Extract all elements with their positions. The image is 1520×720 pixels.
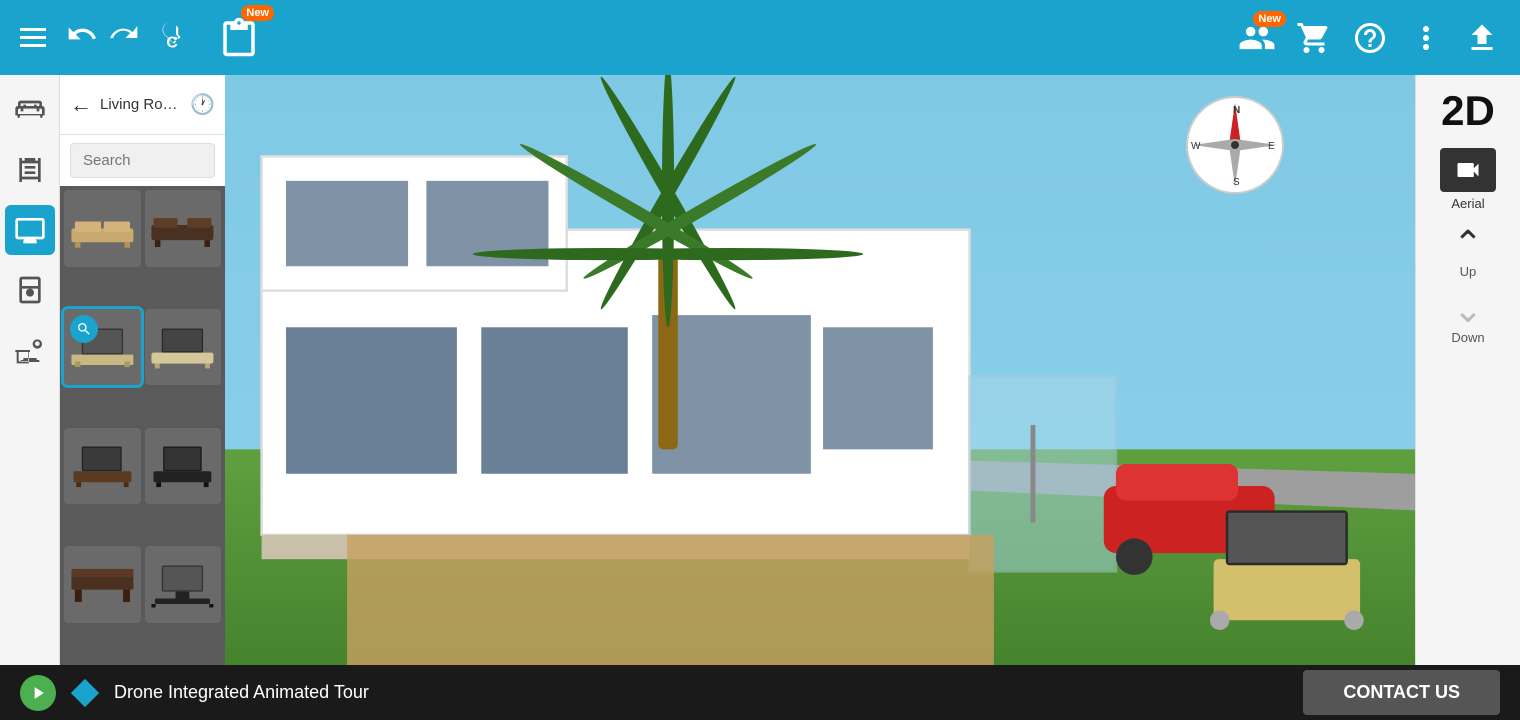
svg-text:E: E: [1268, 141, 1275, 152]
aerial-camera-icon: [1440, 148, 1496, 192]
svg-text:W: W: [1191, 141, 1201, 152]
sidebar-item-bath[interactable]: [5, 325, 55, 375]
up-button[interactable]: ⌃ Up: [1449, 222, 1487, 283]
right-panel: 2D Aerial ⌃ Up ⌄ Down: [1415, 75, 1520, 665]
list-item[interactable]: [64, 309, 141, 386]
up-label: Up: [1460, 264, 1477, 279]
list-item[interactable]: [145, 546, 222, 623]
ad-logo: [71, 679, 99, 707]
down-arrow-icon: ⌄: [1453, 292, 1483, 328]
redo-button[interactable]: [108, 18, 140, 57]
panel-header: ← Living Room Furni... 🕐: [60, 75, 225, 135]
aerial-button[interactable]: Aerial: [1434, 142, 1502, 217]
menu-icon[interactable]: [20, 28, 46, 47]
down-label: Down: [1451, 330, 1484, 345]
magnet-icon[interactable]: C: [160, 19, 198, 57]
bottom-ad-bar: Drone Integrated Animated Tour CONTACT U…: [0, 665, 1520, 720]
list-item[interactable]: [64, 428, 141, 505]
search-overlay-icon: [70, 315, 98, 343]
contact-us-button[interactable]: CONTACT US: [1303, 670, 1500, 715]
scene-viewport[interactable]: N S W E: [225, 75, 1415, 665]
new-feature-button[interactable]: New: [218, 13, 264, 63]
new-badge: New: [241, 5, 274, 21]
svg-text:C: C: [166, 34, 177, 51]
sidebar-item-sofa[interactable]: [5, 85, 55, 135]
furniture-panel: ← Living Room Furni... 🕐: [60, 75, 225, 665]
play-icon: [20, 675, 56, 711]
toolbar-left: C New: [20, 13, 264, 63]
main-area: ← Living Room Furni... 🕐: [0, 75, 1520, 665]
sidebar: [0, 75, 60, 665]
top-toolbar: C New New: [0, 0, 1520, 75]
community-new-badge: New: [1253, 11, 1286, 27]
svg-text:S: S: [1233, 177, 1240, 188]
list-item[interactable]: [145, 309, 222, 386]
help-icon[interactable]: [1352, 20, 1388, 56]
sidebar-item-tv-stand[interactable]: [5, 205, 55, 255]
list-item[interactable]: [145, 190, 222, 267]
aerial-label: Aerial: [1451, 196, 1484, 211]
back-button[interactable]: ←: [70, 92, 92, 118]
search-container: [60, 135, 225, 186]
list-item[interactable]: [64, 546, 141, 623]
community-button[interactable]: New: [1238, 19, 1276, 57]
panel-title: Living Room Furni...: [100, 96, 182, 113]
more-options-icon[interactable]: [1408, 20, 1444, 56]
history-button[interactable]: 🕐: [190, 92, 215, 117]
search-input[interactable]: [70, 143, 215, 178]
list-item[interactable]: [145, 428, 222, 505]
ad-text: Drone Integrated Animated Tour: [114, 682, 1288, 703]
scene-background: N S W E: [225, 75, 1415, 665]
sidebar-item-kitchen[interactable]: [5, 265, 55, 315]
toolbar-right: New: [1238, 19, 1500, 57]
panel-grid: [60, 186, 225, 665]
list-item[interactable]: [64, 190, 141, 267]
up-arrow-icon: ⌃: [1453, 226, 1483, 262]
compass: N S W E: [1185, 95, 1285, 195]
down-button[interactable]: ⌄ Down: [1447, 288, 1488, 349]
upload-icon[interactable]: [1464, 20, 1500, 56]
sidebar-item-dining[interactable]: [5, 145, 55, 195]
undo-button[interactable]: [66, 18, 98, 57]
undo-redo-group: [66, 18, 140, 57]
view-2d-button[interactable]: 2D: [1416, 85, 1520, 137]
svg-text:N: N: [1233, 105, 1240, 116]
cart-icon[interactable]: [1296, 20, 1332, 56]
